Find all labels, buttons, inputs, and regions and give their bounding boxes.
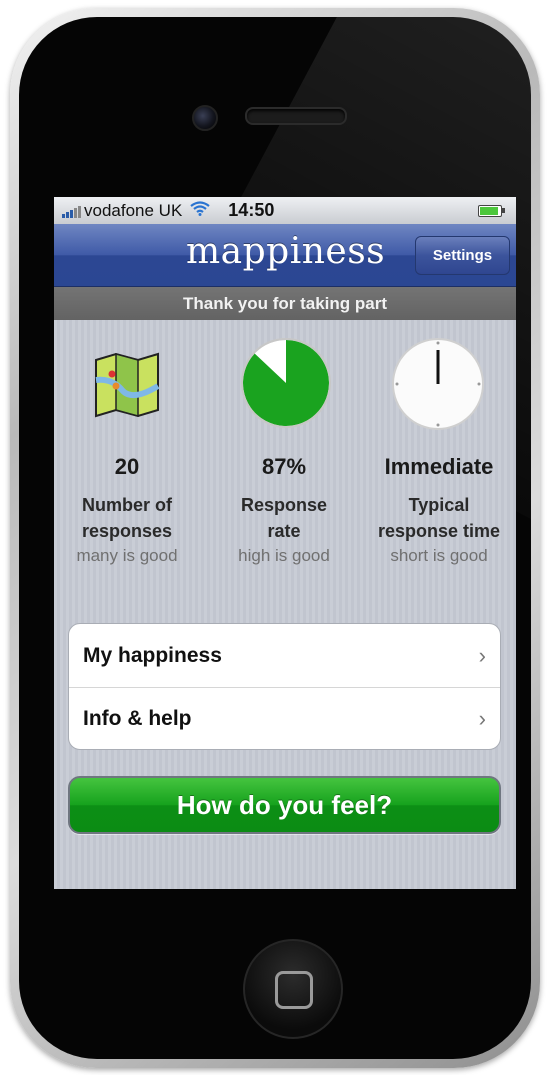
stat-label-line2: response time	[377, 521, 501, 541]
earpiece-speaker	[245, 107, 347, 125]
wifi-icon	[190, 201, 210, 220]
navigation-bar: mappiness Settings	[54, 224, 516, 287]
chevron-right-icon: ›	[478, 706, 486, 731]
menu-item-my-happiness[interactable]: My happiness ›	[69, 624, 500, 687]
stat-label-line1: Typical	[408, 495, 470, 515]
stat-response-time: Immediate Typical response time short is…	[364, 320, 514, 596]
chevron-right-icon: ›	[478, 642, 486, 668]
thank-you-banner: Thank you for taking part	[54, 287, 516, 320]
carrier-name: vodafone UK	[84, 200, 183, 220]
battery-level	[480, 207, 498, 215]
clock-icon	[390, 336, 486, 437]
stat-label: Response rate	[209, 492, 359, 544]
stat-label-line1: Number of	[82, 495, 172, 515]
menu-item-label: My happiness	[83, 643, 222, 667]
stat-hint: many is good	[76, 546, 178, 565]
stat-hint: short is good	[390, 546, 488, 565]
main-menu: My happiness › Info & help ›	[68, 623, 501, 750]
stat-label-line2: responses	[81, 521, 173, 541]
stat-label: Typical response time	[364, 492, 514, 544]
stat-label: Number of responses	[54, 492, 202, 544]
stat-label-line2: rate	[267, 521, 301, 541]
stat-label-line1: Response	[240, 495, 328, 515]
signal-bars-icon	[62, 204, 81, 218]
status-bar: vodafone UK 14:50	[54, 197, 516, 224]
stat-value: 87%	[261, 454, 307, 479]
phone-frame: vodafone UK 14:50 mappiness Settings Tha…	[10, 8, 540, 1068]
menu-item-label: Info & help	[83, 707, 192, 730]
stat-value: 20	[114, 454, 140, 479]
stat-value: Immediate	[384, 454, 494, 479]
how-do-you-feel-button[interactable]: How do you feel?	[68, 776, 501, 834]
menu-item-info-help[interactable]: Info & help ›	[69, 687, 500, 749]
map-icon	[92, 350, 162, 425]
clock-time: 14:50	[228, 200, 275, 220]
stat-response-rate: 87% Response rate high is good	[209, 320, 359, 596]
battery-icon	[478, 205, 505, 217]
app-title: mappiness	[186, 231, 386, 272]
stats-panel: 20 Number of responses many is good 87%	[54, 320, 516, 596]
settings-button[interactable]: Settings	[415, 236, 510, 275]
pie-chart-icon	[239, 336, 333, 435]
front-camera	[192, 105, 218, 131]
home-square-icon	[275, 971, 313, 1009]
app-screen: vodafone UK 14:50 mappiness Settings Tha…	[54, 197, 516, 889]
stat-responses: 20 Number of responses many is good	[54, 320, 202, 596]
stat-hint: high is good	[238, 546, 330, 565]
home-button[interactable]	[243, 939, 343, 1039]
